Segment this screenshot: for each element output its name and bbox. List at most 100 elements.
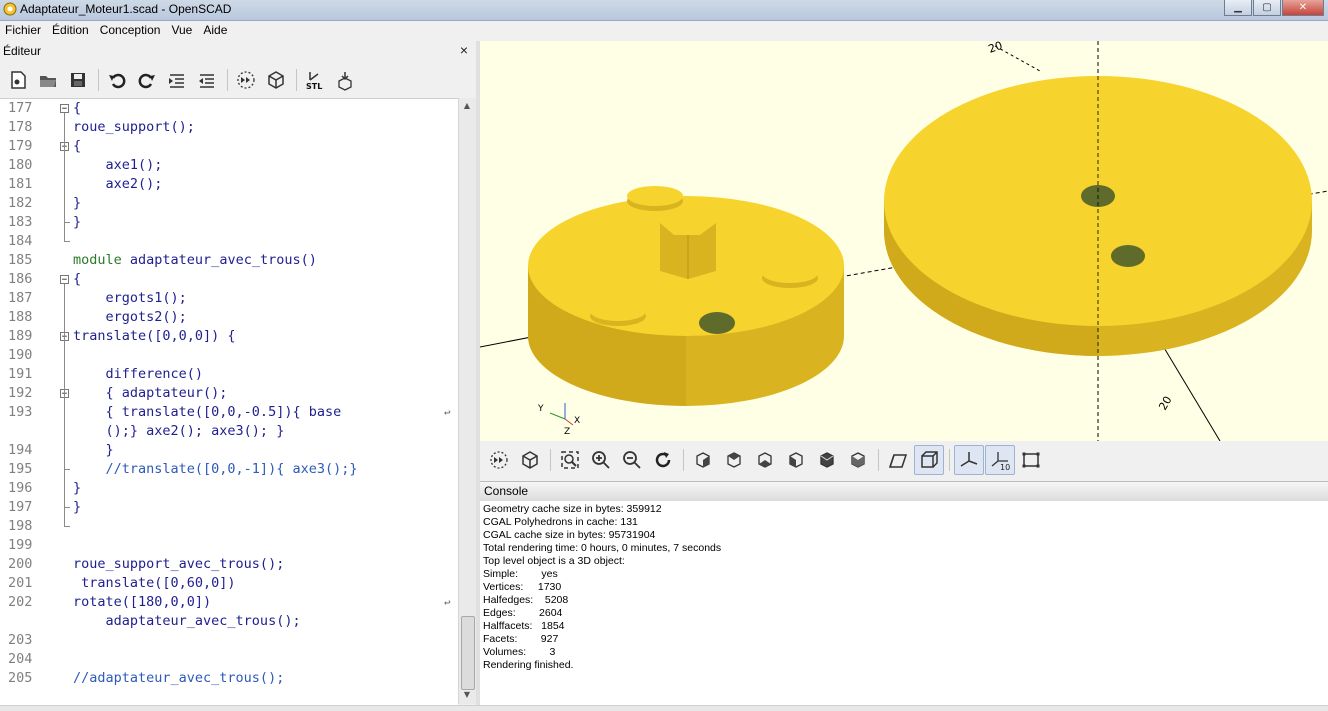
console-line: Vertices: 1730	[483, 581, 562, 593]
console-line: Simple: yes	[483, 568, 558, 580]
menu-conception[interactable]: Conception	[95, 21, 167, 40]
code-text: adaptateur_avec_trous();	[73, 613, 301, 629]
menu-edition[interactable]: Édition	[47, 21, 95, 40]
scale-label-top: 20	[987, 41, 1005, 56]
view-bottom-icon[interactable]	[750, 445, 780, 475]
editor-header: Éditeur ×	[0, 41, 476, 61]
editor-scrollbar[interactable]: ▲ ▼	[458, 98, 476, 704]
code-line[interactable]: 189translate([0,0,0]) {−	[0, 327, 458, 346]
line-number: 203	[8, 632, 33, 648]
zoom-in-icon[interactable]	[586, 445, 616, 475]
code-editor[interactable]: 177{−178roue_support();179{−180 axe1();1…	[0, 98, 458, 705]
view-back-icon[interactable]	[843, 445, 873, 475]
line-number: 184	[8, 233, 33, 249]
close-editor-icon[interactable]: ×	[460, 42, 468, 58]
editor-title: Éditeur	[3, 44, 42, 58]
console-line: CGAL Polyhedrons in cache: 131	[483, 516, 638, 528]
code-line[interactable]: 196}	[0, 479, 458, 498]
scrollbar-thumb[interactable]	[461, 616, 475, 690]
menu-vue[interactable]: Vue	[166, 21, 198, 40]
code-text: module adaptateur_avec_trous()	[73, 252, 317, 268]
code-text: roue_support_avec_trous();	[73, 556, 285, 572]
code-line[interactable]: 180 axe1();	[0, 156, 458, 175]
zoom-all-icon[interactable]	[555, 445, 585, 475]
minimize-button[interactable]: ▁	[1224, 0, 1252, 16]
export-stl-icon[interactable]: STL	[301, 66, 329, 94]
code-line[interactable]: ();} axe2(); axe3(); }	[0, 422, 458, 441]
unindent-icon[interactable]	[193, 66, 221, 94]
line-number: 183	[8, 214, 33, 230]
code-line[interactable]: 200 roue_support_avec_trous();	[0, 555, 458, 574]
openscad-app-icon	[3, 2, 17, 16]
render-icon[interactable]	[262, 66, 290, 94]
close-window-button[interactable]: ✕	[1282, 0, 1324, 16]
fold-toggle-icon[interactable]: −	[60, 104, 69, 114]
show-axes-icon[interactable]	[954, 445, 984, 475]
code-line[interactable]: 194 }	[0, 441, 458, 460]
preview-icon[interactable]	[232, 66, 260, 94]
code-line[interactable]: 193 { translate([0,0,-0.5]){ base ↩	[0, 403, 458, 422]
code-line[interactable]: 187 ergots1();	[0, 289, 458, 308]
code-line[interactable]: adaptateur_avec_trous();	[0, 612, 458, 631]
code-line[interactable]: 181 axe2();	[0, 175, 458, 194]
line-number: 205	[8, 670, 33, 686]
fold-toggle-icon[interactable]: −	[60, 275, 69, 285]
code-line[interactable]: 188 ergots2();	[0, 308, 458, 327]
code-line[interactable]: 192 { adaptateur();−	[0, 384, 458, 403]
code-line[interactable]: 185 module adaptateur_avec_trous()	[0, 251, 458, 270]
console-line: Facets: 927	[483, 633, 559, 645]
code-line[interactable]: 201 translate([0,60,0])	[0, 574, 458, 593]
code-line[interactable]: 191 difference()	[0, 365, 458, 384]
save-icon[interactable]	[64, 66, 92, 94]
code-line[interactable]: 190	[0, 346, 458, 365]
code-text: }	[73, 214, 82, 230]
menu-fichier[interactable]: Fichier	[0, 21, 47, 40]
redo-icon[interactable]	[133, 66, 161, 94]
code-line[interactable]: 203	[0, 631, 458, 650]
code-line[interactable]: 205 //adaptateur_avec_trous();	[0, 669, 458, 688]
code-line[interactable]: 178 roue_support();	[0, 118, 458, 137]
code-line[interactable]: 177 {−	[0, 99, 458, 118]
new-file-icon[interactable]	[4, 66, 32, 94]
status-bar	[0, 705, 1328, 711]
orthogonal-icon[interactable]	[914, 445, 944, 475]
preview-icon[interactable]	[484, 445, 514, 475]
line-number: 191	[8, 366, 33, 382]
menu-aide[interactable]: Aide	[198, 21, 233, 40]
code-line[interactable]: 199	[0, 536, 458, 555]
zoom-out-icon[interactable]	[617, 445, 647, 475]
scale-label-bottom: 20	[1156, 394, 1174, 413]
console-line: Geometry cache size in bytes: 359912	[483, 503, 662, 515]
code-line[interactable]: 204	[0, 650, 458, 669]
scroll-up-icon[interactable]: ▲	[462, 101, 472, 111]
show-scale-icon[interactable]: 10	[985, 445, 1015, 475]
view-front-icon[interactable]	[812, 445, 842, 475]
view-right-icon[interactable]	[688, 445, 718, 475]
view-top-icon[interactable]	[719, 445, 749, 475]
fold-guide-end	[64, 469, 70, 470]
view-left-icon[interactable]	[781, 445, 811, 475]
open-file-icon[interactable]	[34, 66, 62, 94]
indent-icon[interactable]	[163, 66, 191, 94]
console-line: Edges: 2604	[483, 607, 563, 619]
render-icon[interactable]	[515, 445, 545, 475]
svg-text:10: 10	[1000, 463, 1010, 471]
code-line[interactable]: 202 rotate([180,0,0]) ↩	[0, 593, 458, 612]
window-title: Adaptateur_Moteur1.scad - OpenSCAD	[20, 2, 232, 16]
code-text: { adaptateur();	[73, 385, 228, 401]
code-line[interactable]: 179{−	[0, 137, 458, 156]
send-to-print-icon[interactable]	[331, 66, 359, 94]
maximize-button[interactable]: ▢	[1253, 0, 1281, 16]
fold-guide-end	[64, 507, 70, 508]
console-line: CGAL cache size in bytes: 95731904	[483, 529, 656, 541]
code-line[interactable]: 182}	[0, 194, 458, 213]
code-line[interactable]: 186 {−	[0, 270, 458, 289]
line-number: 177	[8, 100, 33, 116]
perspective-icon[interactable]	[883, 445, 913, 475]
undo-icon[interactable]	[103, 66, 131, 94]
line-number: 199	[8, 537, 33, 553]
scroll-down-icon[interactable]: ▼	[462, 690, 472, 700]
reset-view-icon[interactable]	[648, 445, 678, 475]
3d-viewport[interactable]: 20 20 X Z Y	[480, 41, 1328, 441]
show-edges-icon[interactable]	[1016, 445, 1046, 475]
